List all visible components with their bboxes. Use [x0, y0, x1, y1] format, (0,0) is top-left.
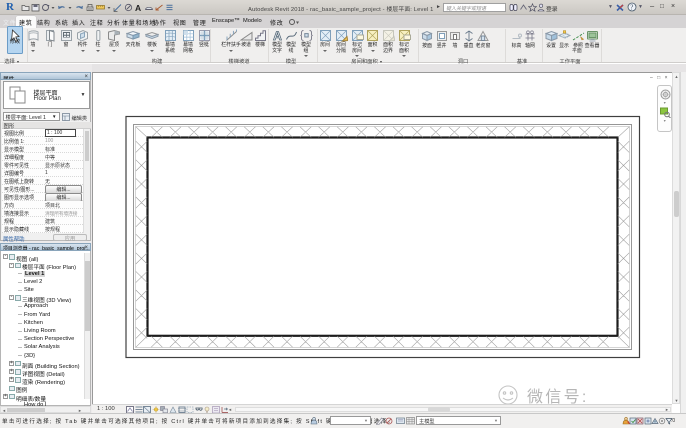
svg-text:A: A [135, 3, 141, 13]
svg-text:?: ? [630, 4, 633, 12]
